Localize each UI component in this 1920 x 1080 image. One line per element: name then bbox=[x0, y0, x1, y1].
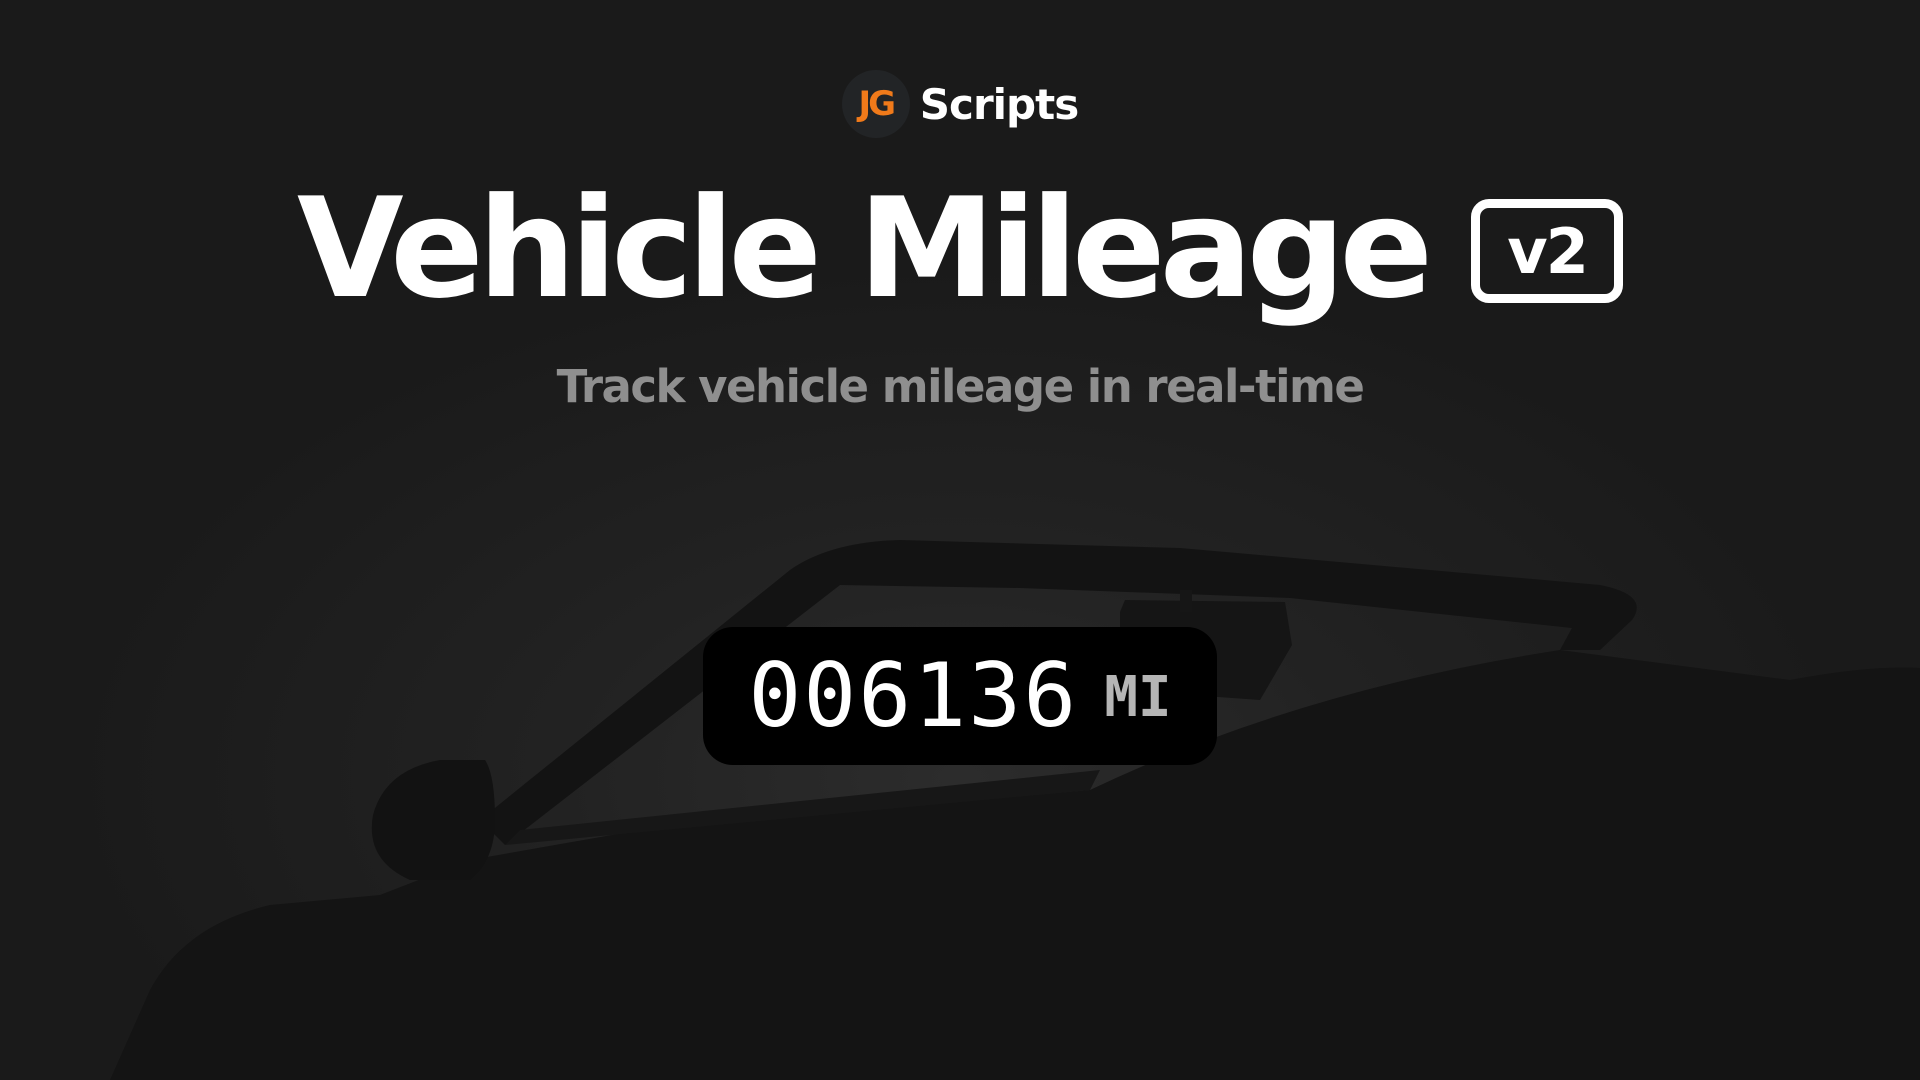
version-badge: v2 bbox=[1471, 199, 1624, 303]
odometer-value: 006136 bbox=[748, 644, 1079, 747]
hero-banner: JG Scripts Vehicle Mileage v2 Track vehi… bbox=[0, 0, 1920, 1080]
car-silhouette-icon bbox=[110, 540, 1920, 1080]
title-row: Vehicle Mileage v2 bbox=[0, 180, 1920, 318]
odometer-unit: MI bbox=[1104, 665, 1172, 730]
brand-header: JG Scripts bbox=[0, 70, 1920, 138]
jg-logo-icon: JG bbox=[841, 70, 910, 138]
odometer-display: 006136 MI bbox=[703, 627, 1217, 765]
brand-name: Scripts bbox=[919, 79, 1079, 129]
page-title: Vehicle Mileage bbox=[296, 168, 1433, 329]
page-subtitle: Track vehicle mileage in real-time bbox=[556, 360, 1365, 413]
